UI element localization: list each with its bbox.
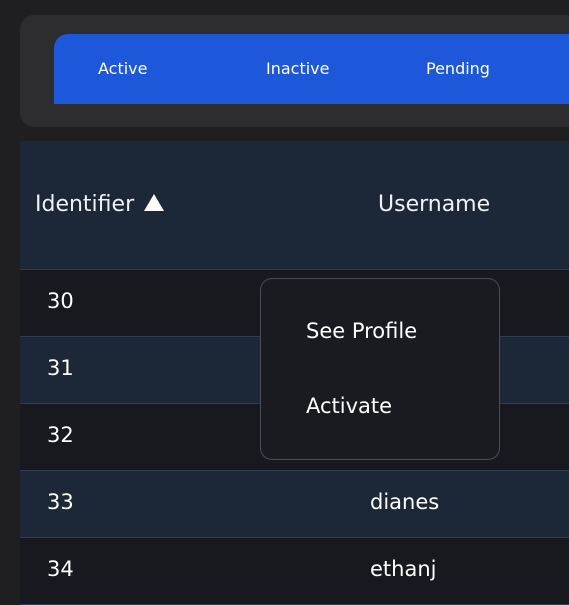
tab-active[interactable]: Active — [98, 34, 148, 104]
table-row[interactable]: 34 ethanj — [20, 538, 569, 605]
column-header-username[interactable]: Username — [378, 141, 490, 269]
row-context-menu: See Profile Activate — [260, 278, 500, 460]
cell-identifier: 32 — [47, 423, 74, 447]
activate-menu-item[interactable]: Activate — [306, 394, 392, 418]
triangle-up-icon — [144, 194, 165, 211]
cell-identifier: 30 — [47, 289, 74, 313]
cell-identifier: 33 — [47, 490, 74, 514]
cell-identifier: 34 — [47, 557, 74, 581]
table-header: Identifier Username — [20, 141, 569, 270]
cell-username: ethanj — [370, 557, 437, 581]
column-header-identifier-label: Identifier — [35, 192, 135, 217]
see-profile-menu-item[interactable]: See Profile — [306, 319, 417, 343]
cell-identifier: 31 — [47, 356, 74, 380]
status-tab-bar: Active Inactive Pending — [54, 34, 569, 104]
table-row[interactable]: 33 dianes — [20, 471, 569, 538]
cell-username: dianes — [370, 490, 440, 514]
tab-inactive[interactable]: Inactive — [266, 34, 330, 104]
tab-pending[interactable]: Pending — [426, 34, 490, 104]
column-header-identifier[interactable]: Identifier — [35, 141, 165, 269]
